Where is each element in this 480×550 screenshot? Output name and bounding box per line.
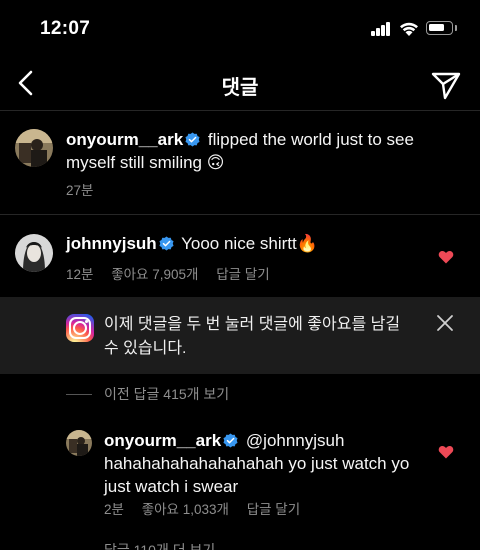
reply-username[interactable]: onyourm__ark [104,431,221,450]
reply-button[interactable]: 답글 달기 [216,267,269,282]
reply-timestamp: 2분 [104,502,124,517]
tip-message: 이제 댓글을 두 번 눌러 댓글에 좋아요를 남길 수 있습니다. [104,316,401,357]
page-title: 댓글 [221,77,259,99]
top-navigation-bar: 댓글 [0,56,480,111]
status-time: 12:07 [40,18,91,39]
view-more-replies-link[interactable]: 답글 110개 더 보기 [66,540,215,550]
comment-meta: 12분 좋아요 7,905개 답글 달기 [66,263,284,283]
view-previous-replies-link[interactable]: 이전 답글 415개 보기 [66,384,229,404]
reply-comment: onyourm__ark @johnnyjsuh hahahahahahahah… [0,418,480,528]
comment: johnnyjsuh Yooo nice shirtt🔥 12분 좋아요 7,9… [0,216,480,297]
comment-timestamp: 12분 [66,267,94,282]
view-more-replies-label: 답글 110개 더 보기 [104,542,216,550]
status-bar: 12:07 [0,0,480,56]
cellular-signal-icon [371,22,391,36]
comment-text: johnnyjsuh Yooo nice shirtt🔥 [66,232,446,255]
direct-send-icon[interactable] [430,68,462,100]
double-tap-like-tip: 이제 댓글을 두 번 눌러 댓글에 좋아요를 남길 수 있습니다. [0,297,480,374]
heart-icon[interactable] [438,444,454,460]
avatar[interactable] [15,234,53,272]
instagram-logo-icon [66,314,94,342]
verified-badge-icon [185,132,200,147]
comment-body: Yooo nice shirtt🔥 [181,234,318,253]
wifi-icon [400,22,418,36]
caption-text: onyourm__ark flipped the world just to s… [66,128,446,174]
verified-badge-icon [223,433,238,448]
reply-meta: 2분 좋아요 1,033개 답글 달기 [104,498,314,518]
avatar[interactable] [66,430,92,456]
view-previous-replies-label: 이전 답글 415개 보기 [104,386,230,402]
caption-meta: 27분 [66,179,107,199]
reply-button[interactable]: 답글 달기 [247,502,300,517]
reply-likes-link[interactable]: 좋아요 1,033개 [142,502,229,517]
comment-likes-link[interactable]: 좋아요 7,905개 [111,267,198,282]
verified-badge-icon [159,236,174,251]
close-icon[interactable] [434,312,456,334]
avatar[interactable] [15,129,53,167]
caption-timestamp: 27분 [66,183,94,198]
comment-username[interactable]: johnnyjsuh [66,234,157,253]
divider-line [66,393,92,395]
reply-text: onyourm__ark @johnnyjsuh hahahahahahahah… [104,429,424,498]
post-caption: onyourm__ark flipped the world just to s… [0,111,480,215]
battery-icon [426,21,453,35]
reply-mention[interactable]: @johnnyjsuh [246,431,345,450]
caption-username[interactable]: onyourm__ark [66,130,183,149]
heart-icon[interactable] [438,249,454,265]
reply-body: hahahahahahahahahah yo just watch yo jus… [104,454,410,496]
